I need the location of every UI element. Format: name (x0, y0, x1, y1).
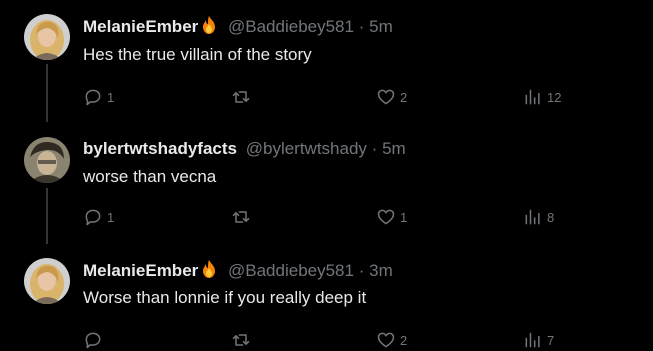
separator-dot: · (358, 261, 365, 280)
fire-icon (203, 16, 216, 34)
timestamp[interactable]: 5m (382, 139, 406, 158)
thread-line (46, 188, 48, 244)
thread-line (46, 64, 48, 122)
retweet-icon (232, 211, 250, 223)
fire-icon (203, 260, 216, 278)
tweet[interactable]: MelanieEmber @Baddiebey581 · 5m Hes the … (0, 0, 653, 122)
heart-icon (377, 89, 395, 105)
display-name[interactable]: MelanieEmber (83, 261, 198, 280)
reply-icon (85, 209, 101, 226)
retweet-button[interactable] (231, 329, 255, 351)
views-count: 8 (547, 209, 555, 225)
display-name[interactable]: MelanieEmber (83, 17, 198, 36)
action-bar: 2 7 (83, 329, 583, 351)
timestamp[interactable]: 3m (369, 261, 393, 280)
like-button[interactable]: 2 (376, 329, 407, 351)
separator-dot: · (371, 139, 378, 158)
views-button[interactable]: 12 (523, 86, 561, 108)
like-count: 2 (400, 332, 408, 348)
user-handle[interactable]: @Baddiebey581 (228, 261, 354, 280)
heart-icon (377, 332, 395, 348)
reply-button[interactable] (83, 329, 107, 351)
tweet[interactable]: MelanieEmber @Baddiebey581 · 3m Worse th… (0, 244, 653, 349)
views-button[interactable]: 8 (523, 206, 554, 228)
views-icon (525, 332, 540, 348)
tweet-header: MelanieEmber @Baddiebey581 · 3m (83, 259, 393, 282)
tweet-text: Worse than lonnie if you really deep it (83, 288, 367, 307)
reply-button[interactable]: 1 (83, 86, 114, 108)
views-count: 7 (547, 332, 555, 348)
action-bar: 1 2 12 (83, 86, 583, 108)
reply-count: 1 (107, 89, 115, 105)
retweet-button[interactable] (231, 206, 255, 228)
retweet-icon (232, 334, 250, 346)
like-count: 2 (400, 89, 408, 105)
display-name[interactable]: bylertwtshadyfacts (83, 139, 237, 158)
heart-icon (377, 209, 395, 225)
views-count: 12 (547, 89, 562, 105)
user-handle[interactable]: @bylertwtshady (246, 139, 367, 158)
views-button[interactable]: 7 (523, 329, 554, 351)
avatar[interactable] (24, 258, 70, 304)
tweet-text: worse than vecna (83, 167, 217, 186)
tweet-header: bylertwtshadyfacts @bylertwtshady · 5m (83, 138, 406, 160)
retweet-icon (232, 91, 250, 103)
like-button[interactable]: 1 (376, 206, 407, 228)
avatar[interactable] (24, 14, 70, 60)
avatar[interactable] (24, 137, 70, 183)
action-bar: 1 1 8 (83, 206, 583, 228)
separator-dot: · (358, 17, 365, 36)
timestamp[interactable]: 5m (369, 17, 393, 36)
like-count: 1 (400, 209, 408, 225)
reply-button[interactable]: 1 (83, 206, 114, 228)
like-button[interactable]: 2 (376, 86, 407, 108)
reply-icon (85, 332, 101, 349)
views-icon (525, 209, 540, 225)
reply-icon (85, 89, 101, 106)
views-icon (525, 89, 540, 105)
tweet[interactable]: bylertwtshadyfacts @bylertwtshady · 5m w… (0, 122, 653, 244)
user-handle[interactable]: @Baddiebey581 (228, 17, 354, 36)
tweet-text: Hes the true villain of the story (83, 45, 312, 64)
reply-count: 1 (107, 209, 115, 225)
retweet-button[interactable] (231, 86, 255, 108)
tweet-header: MelanieEmber @Baddiebey581 · 5m (83, 15, 393, 38)
